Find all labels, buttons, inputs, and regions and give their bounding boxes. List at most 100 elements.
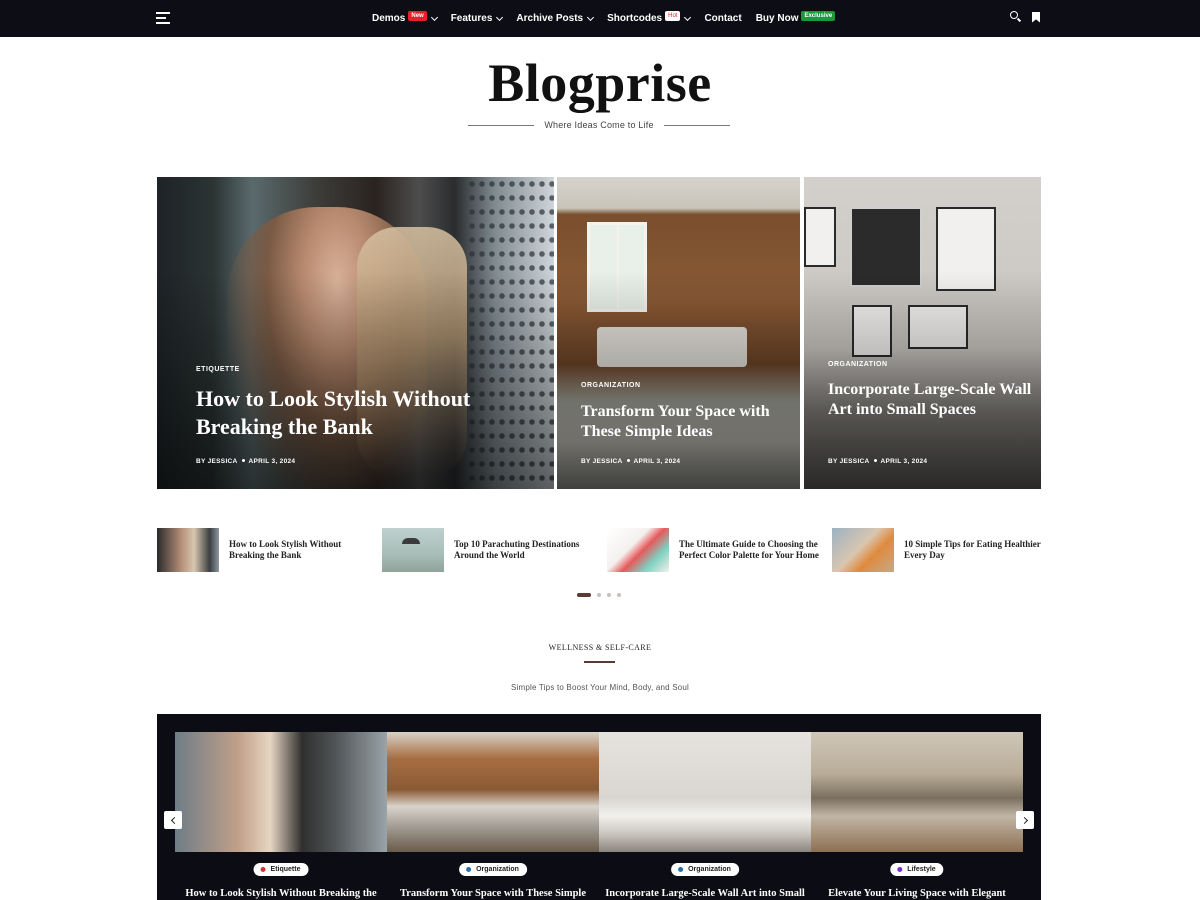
site-tagline: Where Ideas Come to Life — [544, 120, 654, 130]
meta-by: BY — [581, 458, 591, 465]
post-thumbnail[interactable] — [599, 732, 811, 852]
bookmark-icon[interactable] — [1032, 11, 1040, 23]
post-title[interactable]: How to Look Stylish Without Breaking the… — [229, 539, 369, 562]
post-thumbnail[interactable] — [157, 528, 219, 572]
separator-dot — [873, 459, 877, 462]
separator-dot — [241, 459, 245, 462]
exclusive-badge: Exclusive — [801, 10, 836, 21]
post-date: APRIL 3, 2024 — [248, 458, 296, 465]
slider-dot[interactable] — [577, 593, 591, 597]
carousel-next-button[interactable] — [1016, 811, 1034, 829]
nav-item-shortcodes[interactable]: Shortcodes Hot — [607, 10, 692, 24]
carousel-prev-button[interactable] — [164, 811, 182, 829]
post-category[interactable]: ORGANIZATION — [581, 382, 641, 389]
header-actions — [1010, 11, 1040, 23]
nav-item-contact[interactable]: Contact — [704, 13, 741, 24]
post-title[interactable]: Elevate Your Living Space with Elegant — [802, 888, 1032, 899]
section-subtitle: Simple Tips to Boost Your Mind, Body, an… — [510, 683, 690, 692]
hero-post-3[interactable]: ORGANIZATION Incorporate Large-Scale Wal… — [804, 177, 1041, 489]
category-label: Organization — [688, 866, 731, 873]
nav-item-label: Demos — [372, 13, 406, 24]
carousel-card[interactable]: Organization Transform Your Space with T… — [387, 732, 599, 900]
post-thumbnail[interactable] — [811, 732, 1023, 852]
section-title: WELLNESS & SELF-CARE — [548, 643, 652, 652]
list-item[interactable]: The Ultimate Guide to Choosing the Perfe… — [607, 528, 819, 572]
post-author[interactable]: JESSICA — [593, 458, 623, 465]
hero-post-1[interactable]: ETIQUETTE How to Look Stylish Without Br… — [157, 177, 554, 489]
post-thumbnail[interactable] — [832, 528, 894, 572]
post-category[interactable]: ETIQUETTE — [196, 366, 240, 373]
new-badge: New — [408, 10, 427, 21]
post-carousel: Etiquette How to Look Stylish Without Br… — [157, 714, 1041, 900]
nav-item-label: Buy Now — [755, 13, 799, 24]
post-meta: BY JESSICA APRIL 3, 2024 — [828, 458, 927, 465]
post-thumbnail[interactable] — [382, 528, 444, 572]
post-category[interactable]: ORGANIZATION — [828, 361, 888, 368]
post-title[interactable]: Top 10 Parachuting Destinations Around t… — [454, 539, 594, 562]
carousel-card[interactable]: Lifestyle Elevate Your Living Space with… — [811, 732, 1023, 900]
menu-icon[interactable] — [156, 12, 170, 24]
chevron-down-icon — [587, 13, 595, 21]
chevron-right-icon — [1020, 816, 1028, 824]
list-item[interactable]: Top 10 Parachuting Destinations Around t… — [382, 528, 594, 572]
hero-post-2[interactable]: ORGANIZATION Transform Your Space with T… — [557, 177, 800, 489]
search-icon[interactable] — [1010, 11, 1022, 23]
site-tagline-block: Where Ideas Come to Life — [468, 120, 731, 130]
list-item[interactable]: 10 Simple Tips for Eating Healthier Ever… — [832, 528, 1044, 572]
post-title[interactable]: 10 Simple Tips for Eating Healthier Ever… — [904, 539, 1044, 562]
post-title[interactable]: Transform Your Space with These Simple — [378, 888, 608, 899]
category-dot — [897, 867, 903, 872]
post-title[interactable]: Transform Your Space with These Simple I… — [581, 402, 791, 442]
nav-item-label: Archive Posts — [516, 13, 584, 24]
chevron-down-icon — [684, 13, 692, 21]
divider — [468, 124, 535, 126]
post-title[interactable]: Incorporate Large-Scale Wall Art into Sm… — [828, 380, 1038, 420]
meta-by: BY — [196, 458, 206, 465]
hot-badge: Hot — [665, 10, 681, 21]
carousel-card[interactable]: Organization Incorporate Large-Scale Wal… — [599, 732, 811, 900]
category-pill[interactable]: Organization — [671, 863, 739, 876]
post-thumbnail[interactable] — [387, 732, 599, 852]
image-overlay — [804, 177, 1041, 489]
post-title[interactable]: Incorporate Large-Scale Wall Art into Sm… — [590, 888, 820, 899]
nav-item-demos[interactable]: Demos New — [372, 10, 438, 24]
site-logo[interactable]: Blogprise — [0, 52, 1200, 114]
category-dot — [678, 867, 684, 872]
chevron-left-icon — [170, 816, 178, 824]
post-meta: BY JESSICA APRIL 3, 2024 — [196, 458, 295, 465]
nav-item-archive-posts[interactable]: Archive Posts — [516, 13, 595, 24]
category-dot — [260, 867, 266, 872]
nav-item-label: Features — [450, 13, 493, 24]
slider-dot[interactable] — [617, 593, 621, 597]
nav-item-label: Contact — [704, 13, 742, 24]
post-thumbnail[interactable] — [607, 528, 669, 572]
separator-dot — [626, 459, 630, 462]
nav-item-buy-now[interactable]: Buy Now Exclusive — [755, 10, 836, 24]
nav-item-features[interactable]: Features — [450, 13, 504, 24]
post-title[interactable]: How to Look Stylish Without Breaking the — [166, 888, 396, 899]
post-title[interactable]: How to Look Stylish Without Breaking the… — [196, 385, 526, 440]
post-meta: BY JESSICA APRIL 3, 2024 — [581, 458, 680, 465]
category-pill[interactable]: Organization — [459, 863, 527, 876]
post-author[interactable]: JESSICA — [840, 458, 870, 465]
category-pill[interactable]: Etiquette — [253, 863, 309, 876]
image-overlay — [157, 177, 554, 489]
chevron-down-icon — [496, 13, 504, 21]
section-title-underline — [584, 661, 615, 663]
post-thumbnail[interactable] — [175, 732, 387, 852]
post-date: APRIL 3, 2024 — [633, 458, 681, 465]
category-label: Organization — [476, 866, 519, 873]
post-title[interactable]: The Ultimate Guide to Choosing the Perfe… — [679, 539, 819, 562]
meta-by: BY — [828, 458, 838, 465]
list-item[interactable]: How to Look Stylish Without Breaking the… — [157, 528, 369, 572]
slider-dot[interactable] — [607, 593, 611, 597]
slider-pagination — [577, 593, 627, 597]
featured-post-strip: How to Look Stylish Without Breaking the… — [157, 528, 1041, 572]
chevron-down-icon — [430, 13, 438, 21]
category-label: Etiquette — [270, 866, 301, 873]
slider-dot[interactable] — [597, 593, 601, 597]
category-pill[interactable]: Lifestyle — [890, 863, 944, 876]
post-author[interactable]: JESSICA — [208, 458, 238, 465]
divider — [663, 124, 731, 126]
carousel-card[interactable]: Etiquette How to Look Stylish Without Br… — [175, 732, 387, 900]
